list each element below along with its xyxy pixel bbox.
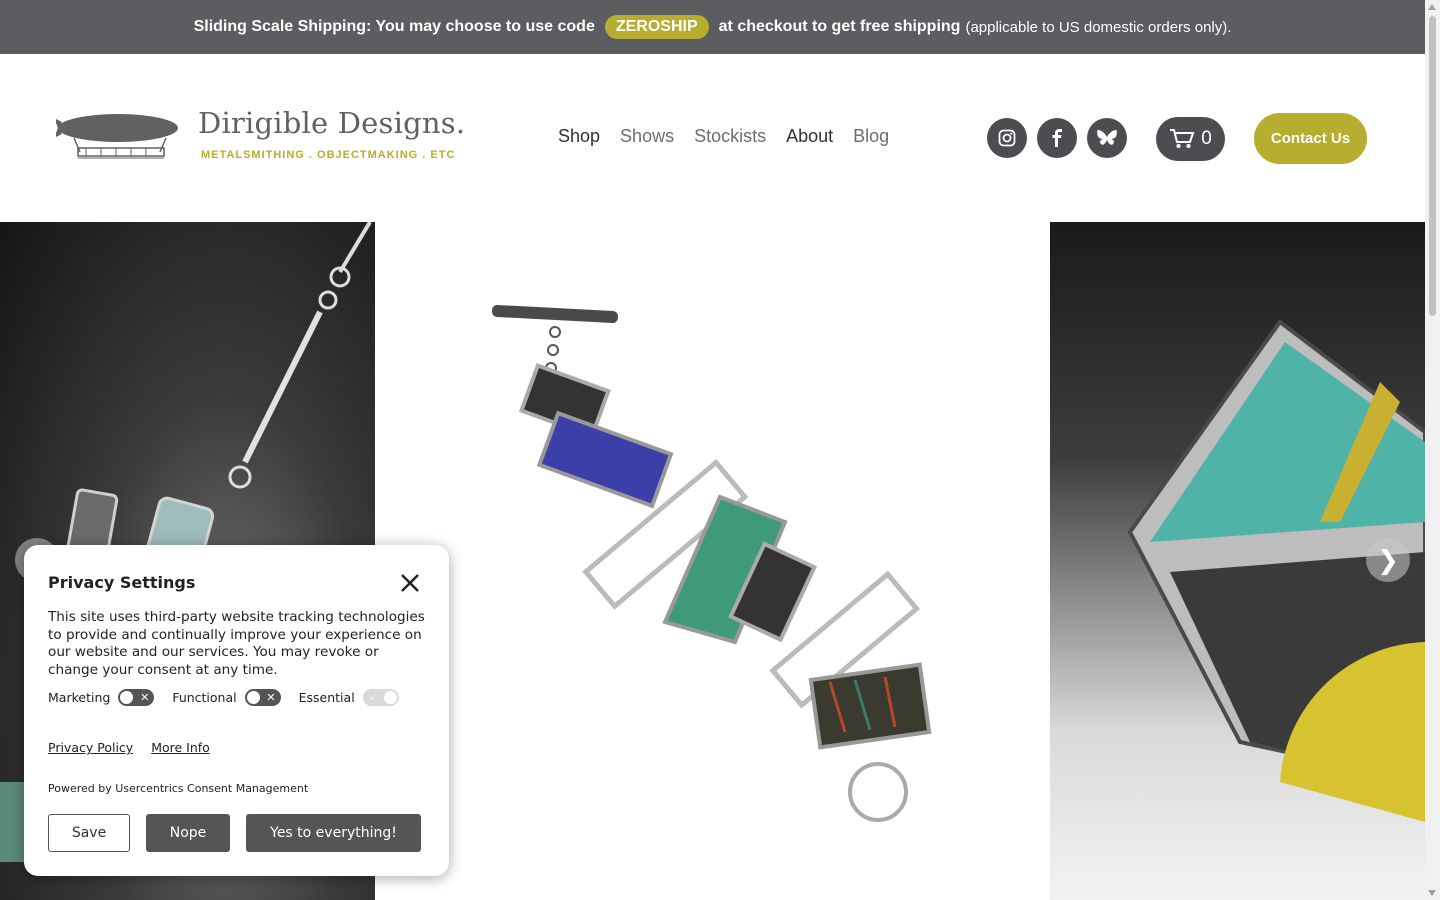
site-logo[interactable]: Dirigible Designs. METALSMITHING . OBJEC… — [56, 106, 465, 176]
gallery-slide-center[interactable] — [375, 222, 1050, 900]
consent-buttons: Save Nope Yes to everything! — [48, 814, 421, 852]
cart-button[interactable]: 0 — [1156, 117, 1225, 161]
contact-us-button[interactable]: Contact Us — [1254, 113, 1367, 164]
essential-switch: ✓ — [362, 689, 399, 706]
privacy-description: This site uses third-party website track… — [48, 609, 425, 678]
toggle-marketing-label: Marketing — [48, 690, 111, 705]
nav-shows[interactable]: Shows — [620, 126, 674, 147]
scroll-up-arrow-icon[interactable] — [1428, 4, 1436, 10]
bracelet-image — [492, 304, 932, 822]
bluesky-button[interactable] — [1087, 118, 1127, 158]
toggle-functional: Functional ✕ — [172, 689, 281, 706]
close-icon[interactable] — [399, 572, 421, 594]
nav-about[interactable]: About — [786, 126, 833, 147]
logo-title: Dirigible Designs. — [198, 106, 466, 140]
privacy-policy-link[interactable]: Privacy Policy — [48, 740, 133, 755]
gallery-next-button[interactable]: ❯ — [1366, 538, 1410, 582]
cart-icon — [1170, 129, 1195, 148]
cart-count: 0 — [1201, 128, 1212, 149]
save-button[interactable]: Save — [48, 814, 130, 852]
consent-toggles: Marketing ✕ Functional ✕ Essential ✓ — [48, 689, 399, 706]
announcement-note: (applicable to US domestic orders only). — [965, 18, 1232, 36]
instagram-icon — [998, 129, 1016, 147]
privacy-settings-dialog: Privacy Settings This site uses third-pa… — [24, 545, 449, 876]
marketing-switch[interactable]: ✕ — [118, 689, 155, 706]
toggle-essential: Essential ✓ — [299, 689, 399, 706]
social-links — [987, 118, 1127, 158]
facebook-icon — [1052, 129, 1062, 147]
scroll-thumb[interactable] — [1429, 16, 1436, 316]
privacy-title: Privacy Settings — [48, 573, 196, 592]
announcement-bold-prefix: Sliding Scale Shipping: You may choose t… — [193, 18, 595, 35]
instagram-button[interactable] — [987, 118, 1027, 158]
nope-button[interactable]: Nope — [146, 814, 230, 852]
toggle-marketing: Marketing ✕ — [48, 689, 155, 706]
promo-code-badge: ZEROSHIP — [604, 15, 709, 39]
main-nav: Shop Shows Stockists About Blog — [558, 126, 889, 147]
functional-switch[interactable]: ✕ — [244, 689, 281, 706]
site-header: Dirigible Designs. METALSMITHING . OBJEC… — [0, 54, 1425, 222]
facebook-button[interactable] — [1037, 118, 1077, 158]
accept-all-button[interactable]: Yes to everything! — [246, 814, 421, 852]
nav-stockists[interactable]: Stockists — [694, 126, 766, 147]
airship-logo-icon — [56, 114, 178, 159]
privacy-links: Privacy Policy More Info — [48, 740, 210, 755]
nav-blog[interactable]: Blog — [853, 126, 889, 147]
page-scrollbar[interactable] — [1425, 0, 1440, 900]
powered-by-text: Powered by Usercentrics Consent Manageme… — [48, 782, 309, 795]
scroll-down-arrow-icon[interactable] — [1428, 890, 1436, 896]
toggle-functional-label: Functional — [172, 690, 237, 705]
bluesky-icon — [1097, 130, 1117, 145]
logo-tagline: METALSMITHING . OBJECTMAKING . ETC — [201, 149, 456, 161]
announcement-bold-suffix: at checkout to get free shipping — [718, 18, 961, 35]
announcement-bar: Sliding Scale Shipping: You may choose t… — [0, 0, 1425, 54]
nav-shop[interactable]: Shop — [558, 126, 600, 147]
toggle-essential-label: Essential — [298, 690, 355, 705]
more-info-link[interactable]: More Info — [151, 740, 210, 755]
